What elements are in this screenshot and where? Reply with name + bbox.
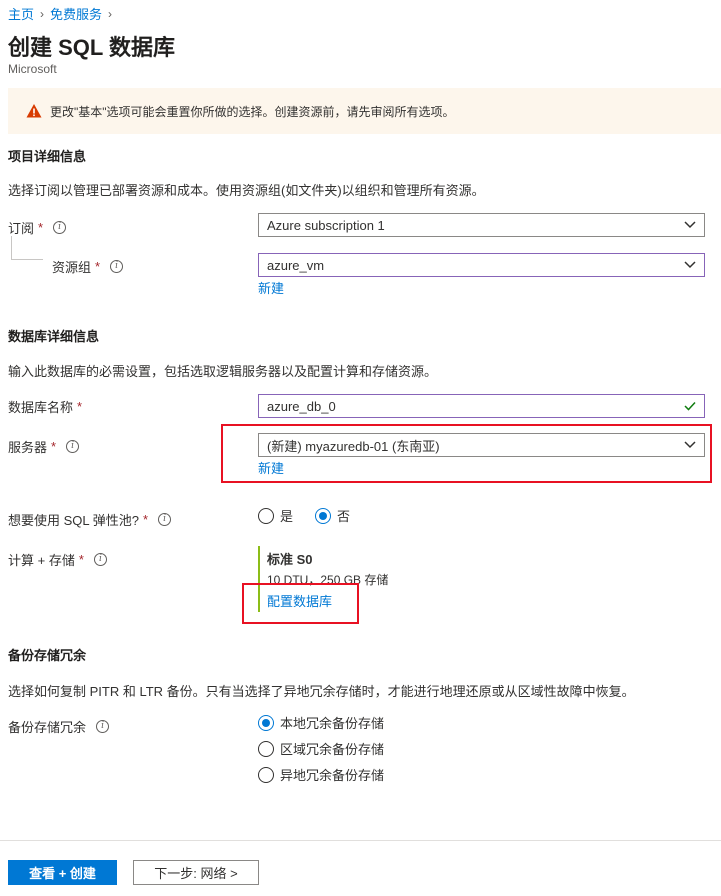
backup-local-radio[interactable] bbox=[258, 714, 274, 731]
backup-section-title: 备份存储冗余 bbox=[8, 648, 87, 663]
compute-storage-label: 计算 + 存储 * i bbox=[8, 550, 107, 569]
subscription-label: 订阅 * i bbox=[8, 218, 67, 237]
database-section-title: 数据库详细信息 bbox=[8, 329, 100, 344]
info-icon[interactable]: i bbox=[93, 553, 107, 566]
chevron-down-icon bbox=[684, 261, 696, 269]
elastic-pool-radio-group: 是 否 bbox=[258, 506, 350, 525]
database-description: 输入此数据库的必需设置，包括选取逻辑服务器以及配置计算和存储资源。 bbox=[8, 364, 438, 379]
next-networking-button[interactable]: 下一步: 网络 > bbox=[133, 860, 259, 885]
subscription-select[interactable]: Azure subscription 1 bbox=[258, 213, 705, 237]
warning-banner: 更改"基本"选项可能会重置你所做的选择。创建资源前，请先审阅所有选项。 bbox=[8, 88, 721, 134]
breadcrumb: 主页 › 免费服务 › bbox=[8, 4, 112, 23]
warning-text: 更改"基本"选项可能会重置你所做的选择。创建资源前，请先审阅所有选项。 bbox=[50, 105, 455, 119]
project-section-title: 项目详细信息 bbox=[8, 149, 87, 164]
tree-connector bbox=[11, 236, 12, 260]
review-create-button[interactable]: 查看 + 创建 bbox=[8, 860, 117, 885]
footer-divider bbox=[0, 840, 721, 841]
highlight-box-server bbox=[221, 424, 712, 483]
backup-option-zone[interactable]: 区域冗余备份存储 bbox=[258, 739, 384, 758]
breadcrumb-home[interactable]: 主页 bbox=[8, 4, 34, 23]
compute-tier: 标准 S0 bbox=[267, 552, 313, 567]
database-name-input[interactable]: azure_db_0 bbox=[258, 394, 705, 418]
database-name-label: 数据库名称 * bbox=[8, 399, 83, 415]
info-icon[interactable]: i bbox=[53, 221, 67, 234]
chevron-down-icon bbox=[684, 221, 696, 229]
elastic-pool-no-radio[interactable] bbox=[315, 507, 332, 524]
publisher: Microsoft bbox=[8, 62, 57, 76]
info-icon[interactable]: i bbox=[158, 513, 172, 526]
backup-redundancy-label: 备份存储冗余 i bbox=[8, 717, 110, 736]
resource-group-select[interactable]: azure_vm bbox=[258, 253, 705, 277]
info-icon[interactable]: i bbox=[96, 720, 110, 733]
server-label: 服务器 * i bbox=[8, 437, 80, 456]
highlight-box-configure bbox=[242, 583, 359, 624]
page-title: 创建 SQL 数据库 bbox=[8, 35, 176, 60]
warning-icon bbox=[26, 104, 42, 118]
backup-description: 选择如何复制 PITR 和 LTR 备份。只有当选择了异地冗余存储时，才能进行地… bbox=[8, 684, 635, 699]
backup-option-geo[interactable]: 异地冗余备份存储 bbox=[258, 765, 384, 784]
backup-geo-radio[interactable] bbox=[258, 766, 274, 783]
project-description: 选择订阅以管理已部署资源和成本。使用资源组(如文件夹)以组织和管理所有资源。 bbox=[8, 183, 485, 198]
chevron-right-icon: › bbox=[108, 6, 113, 21]
create-resource-group-link[interactable]: 新建 bbox=[258, 278, 284, 297]
elastic-pool-yes-radio[interactable] bbox=[258, 507, 274, 524]
info-icon[interactable]: i bbox=[66, 440, 80, 453]
backup-zone-radio[interactable] bbox=[258, 740, 274, 757]
elastic-pool-label: 想要使用 SQL 弹性池? * i bbox=[8, 510, 172, 529]
info-icon[interactable]: i bbox=[110, 260, 124, 273]
checkmark-icon bbox=[684, 401, 696, 411]
resource-group-label: 资源组 * i bbox=[52, 257, 124, 276]
backup-option-local[interactable]: 本地冗余备份存储 bbox=[258, 713, 384, 732]
breadcrumb-free-services[interactable]: 免费服务 bbox=[50, 4, 102, 23]
chevron-right-icon: › bbox=[40, 6, 45, 21]
tree-connector bbox=[11, 259, 43, 260]
